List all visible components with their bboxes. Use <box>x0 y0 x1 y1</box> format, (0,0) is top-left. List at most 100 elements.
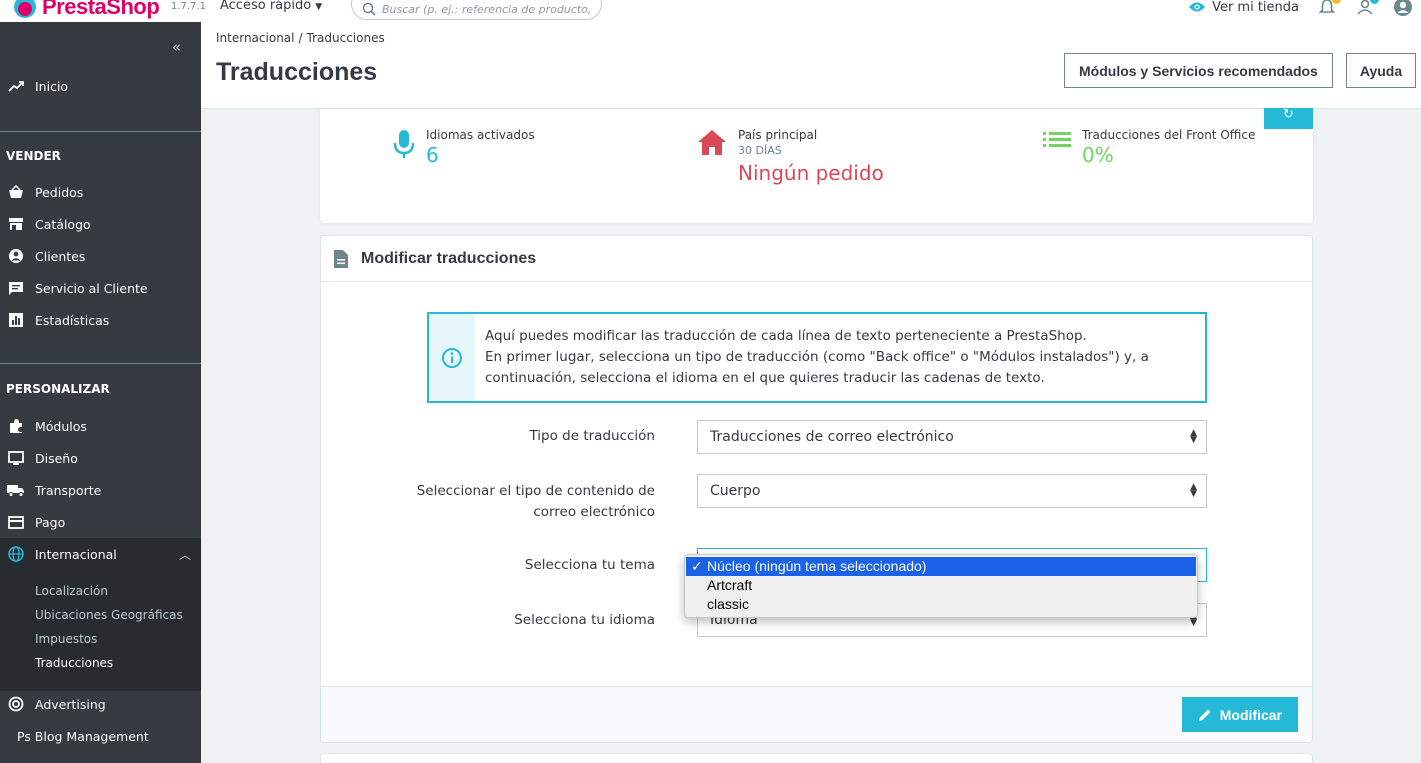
page-title: Traducciones <box>216 58 378 86</box>
sidebar-item-label: Internacional <box>35 546 117 562</box>
sidebar-item-catalogo[interactable]: Catálogo <box>0 208 201 240</box>
kpi-languages: Idiomas activados 6 <box>392 128 535 167</box>
bar-chart-icon <box>7 313 25 327</box>
list-icon <box>1043 132 1071 147</box>
label-line: Seleccionar el tipo de contenido de <box>416 483 655 499</box>
sidebar-item-servicio-cliente[interactable]: Servicio al Cliente <box>0 272 201 304</box>
sidebar-item-label: Diseño <box>35 450 78 466</box>
sidebar-item-advertising[interactable]: Advertising <box>0 688 201 720</box>
sidebar-divider <box>0 363 201 364</box>
view-store-link[interactable]: Ver mi tienda <box>1188 0 1299 15</box>
submenu-item-impuestos[interactable]: Impuestos <box>35 632 97 646</box>
card-title: Modificar traducciones <box>361 249 537 267</box>
sidebar-item-label: Transporte <box>35 482 102 498</box>
store-icon <box>7 217 25 231</box>
file-text-icon <box>334 249 348 268</box>
check-icon: ✓ <box>691 558 703 574</box>
microphone-icon <box>393 130 415 158</box>
sidebar-item-diseno[interactable]: Diseño <box>0 442 201 474</box>
theme-option-nucleo[interactable]: ✓ Núcleo (ningún tema seleccionado) <box>686 557 1196 576</box>
search-box[interactable] <box>351 0 602 20</box>
globe-icon <box>7 546 25 562</box>
sidebar-item-clientes[interactable]: Clientes <box>0 240 201 272</box>
modify-translations-card: Modificar traducciones Aquí puedes modif… <box>320 235 1313 743</box>
sidebar-item-modulos[interactable]: Módulos <box>0 410 201 442</box>
user-icon <box>1394 0 1412 16</box>
search-input[interactable] <box>382 2 592 16</box>
translation-type-select[interactable]: Traducciones de correo electrónico ▲ ▼ <box>697 420 1207 454</box>
collapse-sidebar-icon[interactable]: « <box>172 38 181 56</box>
content-type-label: Seleccionar el tipo de contenido de corr… <box>417 481 655 523</box>
select-value: Traducciones de correo electrónico <box>710 429 954 445</box>
internacional-submenu: Localización Ubicaciones Geográficas Imp… <box>0 567 201 690</box>
sidebar-item-label: Servicio al Cliente <box>35 280 148 296</box>
kpi-label: Idiomas activados <box>426 128 535 142</box>
truck-icon <box>7 483 25 497</box>
basket-icon <box>7 185 25 199</box>
submenu-item-traducciones[interactable]: Traducciones <box>35 656 113 670</box>
sidebar-item-pedidos[interactable]: Pedidos <box>0 176 201 208</box>
next-card <box>320 753 1313 763</box>
theme-option-artcraft[interactable]: Artcraft <box>686 576 1196 595</box>
quick-access-dropdown[interactable]: Acceso rápido ▼ <box>220 0 322 13</box>
sidebar-item-label: Módulos <box>35 418 87 434</box>
sidebar-item-label: Inicio <box>35 78 69 94</box>
modify-button[interactable]: Modificar <box>1181 697 1298 732</box>
modify-button-label: Modificar <box>1219 706 1282 723</box>
breadcrumb-item[interactable]: Traducciones <box>307 31 385 45</box>
help-button[interactable]: Ayuda <box>1346 53 1416 88</box>
notifications-button[interactable] <box>1317 0 1341 17</box>
kpi-value: 0% <box>1082 143 1114 167</box>
language-label: Selecciona tu idioma <box>514 612 655 628</box>
prestashop-logo-icon <box>14 0 36 18</box>
page-header: Internacional / Traducciones Traducciones … <box>201 22 1421 109</box>
messages-badge <box>1370 0 1379 4</box>
translation-type-label: Tipo de traducción <box>529 428 655 444</box>
select-arrows-icon: ▲▼ <box>1190 428 1197 445</box>
kpi-main-country: País principal 30 DÍAS Ningún pedido <box>696 128 884 185</box>
user-menu-button[interactable] <box>1393 0 1413 17</box>
sidebar-item-label: Clientes <box>35 248 86 264</box>
eye-icon <box>1189 2 1206 12</box>
puzzle-icon <box>7 418 25 434</box>
submenu-item-localizacion[interactable]: Localización <box>35 584 108 598</box>
breadcrumb: Internacional / Traducciones <box>216 31 385 45</box>
sidebar-item-internacional[interactable]: Internacional ︿ <box>0 538 201 570</box>
sidebar-item-blog[interactable]: Ps Blog Management <box>0 720 201 752</box>
info-text: Aquí puedes modificar las traducción de … <box>475 314 1159 401</box>
kpi-sublabel: 30 DÍAS <box>738 144 782 157</box>
info-line: En primer lugar, selecciona un tipo de t… <box>485 349 1149 365</box>
kpi-value: 6 <box>426 143 439 167</box>
prestashop-logo[interactable]: PrestaShop <box>14 0 160 20</box>
option-label: Núcleo (ningún tema seleccionado) <box>707 558 927 574</box>
view-store-label: Ver mi tienda <box>1212 0 1299 15</box>
sidebar-item-inicio[interactable]: Inicio <box>0 70 201 102</box>
kpi-front-office: Traducciones del Front Office 0% <box>1042 128 1255 167</box>
kpi-row: ↻ Idiomas activados 6 País principal 30 … <box>320 108 1313 223</box>
theme-option-classic[interactable]: classic <box>686 595 1196 614</box>
content-type-select[interactable]: Cuerpo ▲ ▼ <box>697 474 1207 508</box>
desktop-icon <box>7 450 25 466</box>
recommended-modules-button[interactable]: Módulos y Servicios recomendados <box>1064 53 1333 88</box>
info-line: continuación, selecciona el idioma en el… <box>485 370 1045 386</box>
sidebar-item-pago[interactable]: Pago <box>0 506 201 538</box>
card-header: Modificar traducciones <box>321 236 1312 282</box>
messages-button[interactable] <box>1355 0 1379 17</box>
submenu-item-ubicaciones[interactable]: Ubicaciones Geográficas <box>35 608 183 622</box>
sidebar-item-label: Advertising <box>35 696 106 712</box>
refresh-kpi-button[interactable]: ↻ <box>1264 108 1313 129</box>
kpi-label: País principal <box>738 128 818 142</box>
caret-down-icon: ▼ <box>315 2 323 12</box>
chat-icon <box>7 281 25 296</box>
info-line: Aquí puedes modificar las traducción de … <box>485 328 1087 344</box>
sidebar-item-transporte[interactable]: Transporte <box>0 474 201 506</box>
info-icon <box>429 314 475 401</box>
kpi-value: Ningún pedido <box>738 161 884 185</box>
sidebar-item-label: Catálogo <box>35 216 91 232</box>
sidebar-item-estadisticas[interactable]: Estadísticas <box>0 304 201 336</box>
theme-label: Selecciona tu tema <box>524 557 655 573</box>
search-icon <box>362 2 376 16</box>
option-label: Artcraft <box>707 577 753 593</box>
select-value: Cuerpo <box>710 483 761 499</box>
breadcrumb-item[interactable]: Internacional <box>216 31 294 45</box>
